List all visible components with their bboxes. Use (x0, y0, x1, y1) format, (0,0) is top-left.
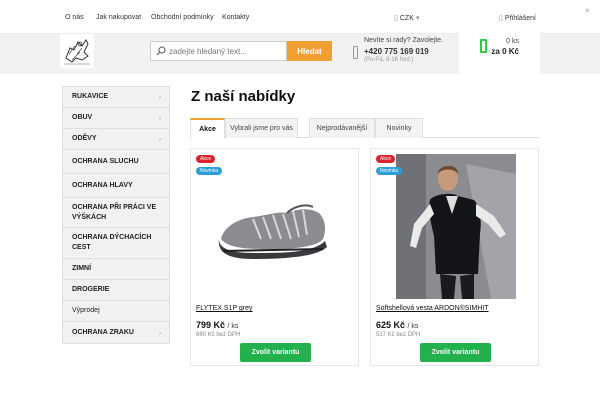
phone-number[interactable]: +420 775 169 019 (364, 47, 429, 56)
sale-badge: Akce (376, 155, 396, 163)
sidebar-item-odevy[interactable]: ODĚVY › (63, 129, 169, 150)
sidebar-item-vyprodej[interactable]: Výprodej (63, 301, 169, 322)
sidebar-item-rukavice[interactable]: RUKAVICE › (63, 87, 169, 108)
sidebar-item-label: OBUV (72, 114, 93, 121)
sidebar-item-label: ODĚVY (72, 135, 97, 142)
chevron-right-icon: › (159, 137, 161, 143)
cart-widget[interactable]: 0 ks za 0 Kč (459, 29, 540, 74)
product-card[interactable]: Akce Novinka Softshellová vesta ARDON®SI… (370, 148, 539, 366)
tab-vybrali-jsme-pro-vas[interactable]: Vybrali jsme pro vás (225, 118, 298, 138)
sidebar-item-label: OCHRANA HLAVY (72, 181, 133, 189)
chevron-right-icon: › (159, 330, 161, 337)
search-input[interactable] (169, 44, 283, 58)
price-unit: / ks (407, 323, 419, 330)
sidebar-item-label: OCHRANA PŘI PRÁCI VE VÝŠKÁCH (72, 203, 157, 221)
product-image[interactable] (213, 189, 338, 269)
price-without-vat: 660 Kč bez DPH (196, 332, 241, 338)
nav-link-obchodni-podminky[interactable]: Obchodní podmínky (151, 14, 214, 21)
price-without-vat: 517 Kč bez DPH (376, 332, 421, 338)
sidebar-item-zimni[interactable]: ZIMNÍ (63, 259, 169, 280)
chevron-right-icon: › (159, 95, 161, 101)
search-button[interactable]: Hledat (287, 41, 332, 61)
page-title: Z naší nabídky (191, 88, 296, 105)
product-name[interactable]: Softshellová vesta ARDON®SIMHIT (376, 305, 489, 312)
sidebar-item-ochrana-zraku[interactable]: OCHRANA ZRAKU › (63, 322, 169, 343)
price-value: 625 Kč (376, 320, 406, 330)
nav-link-jak-nakupovat[interactable]: Jak nakupovat (96, 14, 141, 21)
sidebar-item-label: OCHRANA SLUCHU (72, 157, 139, 165)
product-card[interactable]: Akce Novinka FLYTEX S1P grey 799 Kč / ks… (190, 148, 359, 366)
sidebar-item-label: OCHRANA ZRAKU (72, 328, 134, 336)
cart-total: za 0 Kč (491, 47, 519, 56)
sidebar-item-obuv[interactable]: OBUV › (63, 108, 169, 129)
login-link[interactable]: ▯ Přihlášení (499, 14, 536, 22)
product-tabs: Akce Vybrali jsme pro vás Nejprodávanějš… (190, 118, 539, 139)
new-badge: Novinka (196, 167, 223, 175)
sale-badge: Akce (196, 155, 216, 163)
sidebar-item-ochrana-dychacich-cest[interactable]: OCHRANA DÝCHACÍCH CEST (63, 228, 169, 259)
currency-label: CZK (399, 15, 414, 22)
sidebar-item-ochrana-sluchu[interactable]: OCHRANA SLUCHU (63, 150, 169, 174)
tab-novinky[interactable]: Novinky (375, 118, 423, 138)
search-icon (156, 46, 166, 56)
header: Hledat Nevíte si rady? Zavolejte. +420 7… (0, 29, 600, 74)
chevron-right-icon: › (159, 116, 161, 122)
user-icon: ▯ (499, 15, 503, 22)
login-label: Přihlášení (504, 15, 536, 22)
tab-nejprodavanejsi[interactable]: Nejprodávanější (309, 118, 375, 138)
sidebar-item-drogerie[interactable]: DROGERIE (63, 280, 169, 301)
logo[interactable] (60, 34, 94, 68)
chevron-down-icon: ▾ (415, 15, 420, 22)
sidebar-item-label: DROGERIE (72, 286, 110, 293)
sidebar-item-label: Výprodej (72, 307, 100, 314)
sidebar-item-ochrana-ve-vyskach[interactable]: OCHRANA PŘI PRÁCI VE VÝŠKÁCH (63, 198, 169, 228)
sidebar-item-label: RUKAVICE (72, 93, 109, 100)
currency-icon: ▯ (394, 15, 398, 22)
cart-count: 0 ks (506, 38, 519, 45)
nav-link-o-nas[interactable]: O nás (65, 14, 84, 21)
choose-variant-button[interactable]: Zvolit variantu (420, 343, 491, 362)
product-price: 799 Kč / ks (196, 320, 238, 330)
tab-akce[interactable]: Akce (190, 118, 225, 139)
close-icon[interactable]: × (585, 6, 590, 15)
product-image[interactable] (396, 154, 516, 299)
new-badge: Novinka (376, 167, 403, 175)
product-name[interactable]: FLYTEX S1P grey (196, 305, 253, 312)
nav-link-kontakty[interactable]: Kontakty (222, 14, 249, 21)
help-text: Nevíte si rady? Zavolejte. (364, 37, 443, 44)
sidebar-item-ochrana-hlavy[interactable]: OCHRANA HLAVY (63, 174, 169, 198)
sidebar-item-label: ZIMNÍ (72, 265, 92, 272)
price-unit: / ks (227, 323, 239, 330)
product-price: 625 Kč / ks (376, 320, 418, 330)
phone-icon (353, 46, 358, 59)
opening-hours: (Po-Pá, 8-16 hod.) (364, 57, 414, 63)
currency-selector[interactable]: ▯ CZK ▾ (394, 14, 419, 22)
cart-icon (480, 39, 487, 53)
category-sidebar: RUKAVICE › OBUV › ODĚVY › OCHRANA SLUCHU OC… (62, 86, 170, 344)
price-value: 799 Kč (196, 320, 226, 330)
choose-variant-button[interactable]: Zvolit variantu (240, 343, 311, 362)
sidebar-item-label: OCHRANA DÝCHACÍCH CEST (72, 234, 152, 251)
search-box (150, 41, 287, 61)
